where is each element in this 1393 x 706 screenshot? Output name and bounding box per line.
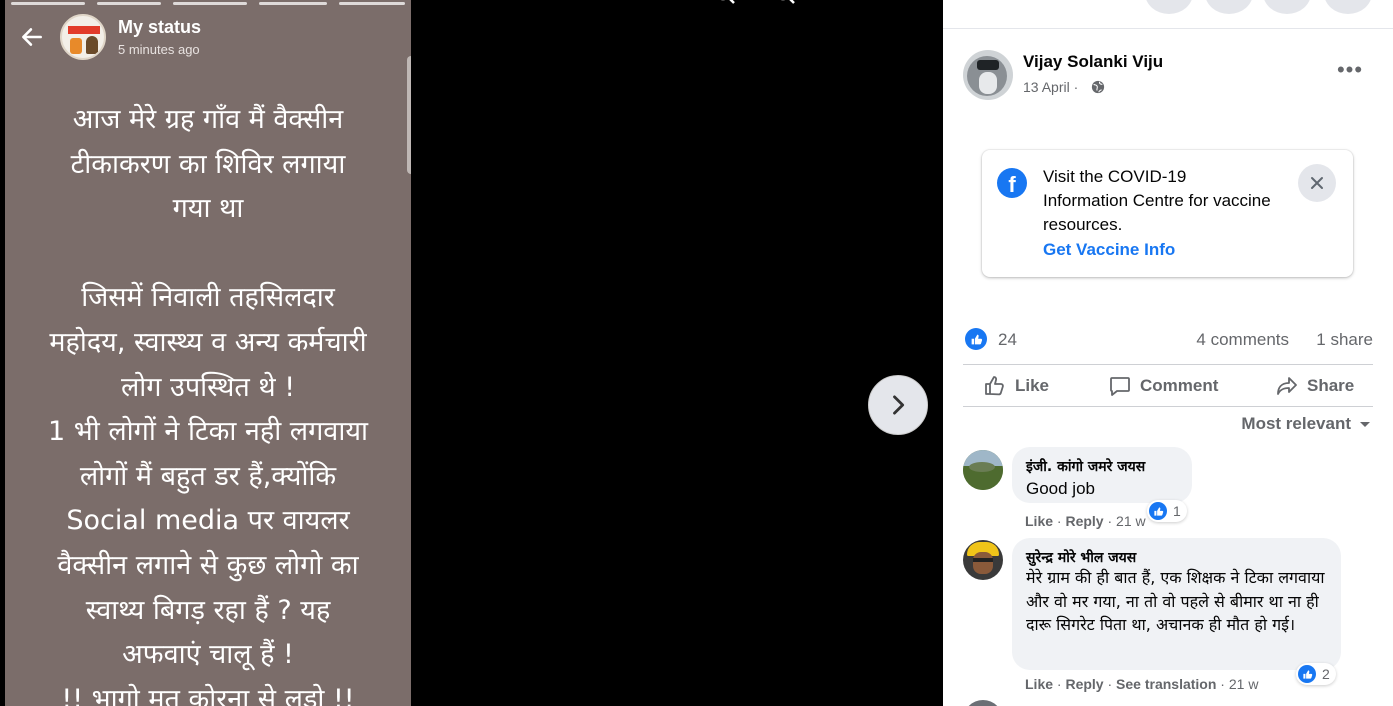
next-arrow-button[interactable] <box>868 375 928 435</box>
story-progress-segment <box>339 2 405 5</box>
reaction-count[interactable]: 24 <box>998 330 1017 350</box>
chevron-right-icon <box>893 395 905 415</box>
comment-like-link[interactable]: Like <box>1025 676 1053 692</box>
story-title: My status <box>118 17 202 37</box>
story-scrollbar[interactable] <box>407 56 411 174</box>
covid-info-text: Visit the COVID-19 Information Centre fo… <box>1043 167 1271 234</box>
fullscreen-icon[interactable] <box>894 0 906 8</box>
share-button[interactable]: Share <box>1275 372 1354 400</box>
comment-reply-link[interactable]: Reply <box>1065 513 1103 529</box>
get-vaccine-info-link[interactable]: Get Vaccine Info <box>1043 240 1175 260</box>
commenter-name[interactable]: सुरेन्द्र मोरे भील जयस <box>1026 548 1136 567</box>
close-icon <box>1311 177 1323 189</box>
like-button[interactable]: Like <box>983 372 1049 400</box>
story-viewer: My status 5 minutes ago आज मेरे ग्रह गाँ… <box>0 0 943 706</box>
header-button[interactable] <box>1205 0 1253 14</box>
story-progress-segment <box>259 2 327 5</box>
like-button-label: Like <box>1015 376 1050 395</box>
thumbs-up-icon <box>985 376 1004 396</box>
commenter-avatar[interactable] <box>963 700 1003 706</box>
comment-icon <box>1110 377 1130 396</box>
header-button[interactable] <box>1145 0 1193 14</box>
zoom-in-icon[interactable] <box>712 0 738 8</box>
see-translation-link[interactable]: See translation <box>1116 676 1216 692</box>
story-message: आज मेरे ग्रह गाँव मैं वैक्सीन टीकाकरण का… <box>48 104 368 706</box>
separator: · <box>1103 676 1117 692</box>
separator: · <box>1053 513 1066 529</box>
divider <box>963 364 1373 365</box>
story-progress-segment <box>97 2 161 5</box>
comment-reaction-badge[interactable]: 2 <box>1296 663 1336 685</box>
facebook-logo-icon: f <box>997 168 1027 198</box>
comment-like-link[interactable]: Like <box>1025 513 1053 529</box>
commenter-avatar[interactable] <box>963 540 1003 580</box>
share-button-label: Share <box>1307 376 1355 395</box>
comment-reaction-badge[interactable]: 1 <box>1147 500 1187 522</box>
globe-icon <box>1091 80 1105 94</box>
divider <box>943 28 1393 29</box>
like-reaction-icon <box>1149 502 1167 520</box>
comment-sort-dropdown[interactable]: Most relevant <box>1241 414 1371 434</box>
comment-text: मेरे ग्राम की ही बात हैं, एक शिक्षक ने ट… <box>1026 568 1325 634</box>
post-side-panel: Vijay Solanki Viju 13 April · ••• f Visi… <box>943 0 1393 706</box>
header-button[interactable] <box>1263 0 1311 14</box>
comment-time[interactable]: · 21 w <box>1216 676 1258 692</box>
like-reaction-icon <box>1298 665 1316 683</box>
back-arrow-icon[interactable] <box>19 24 45 50</box>
comment-reply-link[interactable]: Reply <box>1065 676 1103 692</box>
comment-bubble: सुरेन्द्र मोरे भील जयस मेरे ग्राम की ही … <box>1012 538 1341 670</box>
separator: · <box>1053 676 1066 692</box>
comment-count[interactable]: 4 comments <box>1196 330 1289 350</box>
post-date[interactable]: 13 April · <box>1023 79 1078 95</box>
comment-bubble: इंजी. कांगो जमरे जयस Good job <box>1012 447 1192 503</box>
covid-info-card: f Visit the COVID-19 Information Centre … <box>982 150 1353 277</box>
comment-button[interactable]: Comment <box>1108 372 1218 400</box>
comment-actions: Like · Reply · 21 w <box>1025 513 1146 529</box>
share-count[interactable]: 1 share <box>1316 330 1373 350</box>
story-progress-segment <box>173 2 247 5</box>
story-timestamp: 5 minutes ago <box>118 42 200 57</box>
author-avatar[interactable] <box>963 50 1013 100</box>
author-name[interactable]: Vijay Solanki Viju <box>1023 52 1163 72</box>
story-progress-segment <box>11 2 85 5</box>
story-avatar <box>60 14 106 60</box>
comment-time[interactable]: · 21 w <box>1104 513 1145 529</box>
comment-reaction-count: 2 <box>1322 666 1330 682</box>
zoom-out-icon[interactable] <box>772 0 798 8</box>
comment-button-label: Comment <box>1140 376 1219 395</box>
like-reaction-icon[interactable] <box>965 328 987 350</box>
post-options-menu[interactable]: ••• <box>1335 59 1365 84</box>
comment-actions: Like · Reply · See translation · 21 w <box>1025 676 1258 692</box>
header-button[interactable] <box>1324 0 1372 14</box>
story-card: My status 5 minutes ago आज मेरे ग्रह गाँ… <box>5 0 411 706</box>
share-icon <box>1277 377 1297 395</box>
commenter-avatar[interactable] <box>963 450 1003 490</box>
caret-down-icon <box>1360 422 1370 427</box>
sort-label: Most relevant <box>1241 414 1351 433</box>
divider <box>963 406 1373 407</box>
tag-icon[interactable] <box>832 0 858 8</box>
commenter-name[interactable]: इंजी. कांगो जमरे जयस <box>1026 457 1145 476</box>
close-card-button[interactable] <box>1298 164 1336 202</box>
comment-text: Good job <box>1026 479 1095 498</box>
comment-reaction-count: 1 <box>1173 503 1181 519</box>
